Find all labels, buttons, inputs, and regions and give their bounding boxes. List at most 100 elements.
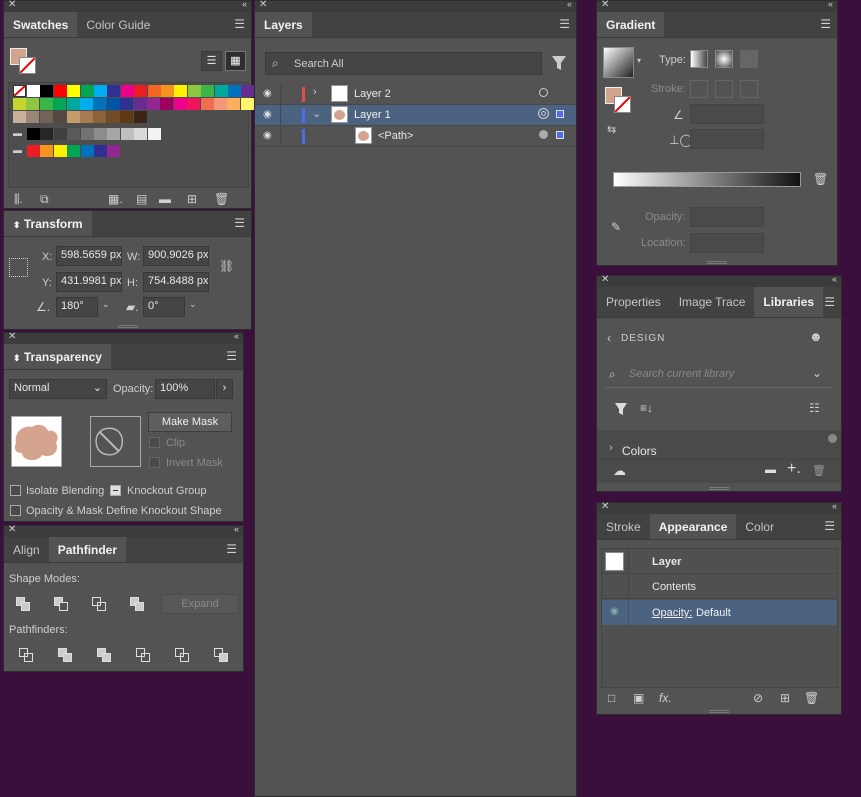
stroke-swatch[interactable] [19,57,36,74]
tab-layers[interactable]: Layers [255,12,312,37]
color-swatch[interactable] [173,98,187,110]
opacity-mask-checkbox[interactable] [10,505,21,516]
invert-mask-checkbox[interactable] [149,457,160,468]
new-color-group-icon[interactable]: ▬ [159,193,171,205]
y-field[interactable]: 431.9981 px [56,272,122,292]
share-user-icon[interactable]: ☻ [809,330,823,343]
intersect-icon[interactable] [92,597,106,611]
color-swatch[interactable] [120,98,134,110]
color-swatch[interactable] [107,85,121,97]
color-swatch[interactable] [147,128,161,140]
close-icon[interactable]: ✕ [8,524,16,535]
appearance-contents-row[interactable]: Contents [602,575,837,599]
opacity-link[interactable]: Opacity: [652,607,692,619]
color-swatch[interactable] [228,85,241,97]
swap-icon[interactable]: ⇆ [607,125,616,136]
color-swatch[interactable] [27,128,40,140]
color-swatch[interactable] [107,145,121,157]
color-swatch[interactable] [27,145,40,157]
close-icon[interactable]: ✕ [601,274,609,285]
eyedropper-icon[interactable]: ✎ [611,221,621,233]
color-swatch[interactable] [66,111,80,123]
color-swatch[interactable] [27,85,40,97]
grid-view-icon[interactable]: ▦ [225,51,246,71]
delete-item-icon[interactable]: 🗑 [804,692,819,704]
color-swatch[interactable] [240,98,254,110]
color-swatch[interactable] [94,85,107,97]
gradient-stroke-swatch[interactable] [614,96,631,113]
selection-indicator[interactable] [556,131,564,139]
delete-stop-icon[interactable]: 🗑 [813,173,828,185]
panel-menu-icon[interactable]: ☰ [226,350,237,362]
add-new-fill-icon[interactable]: ▣ [633,692,644,704]
panel-menu-icon[interactable]: ☰ [824,520,835,532]
isolate-blending-checkbox[interactable] [10,485,21,496]
color-swatch[interactable] [40,145,54,157]
color-swatch[interactable] [200,98,214,110]
opacity-arrow-button[interactable]: › [216,379,233,399]
color-swatch[interactable] [201,85,215,97]
trash-icon[interactable]: 🗑 [812,464,826,477]
stroke-along-button[interactable] [715,80,733,98]
library-name[interactable]: DESIGN [621,333,665,344]
constrain-proportions-icon[interactable]: ⛓ [219,260,234,272]
knockout-group-checkbox[interactable] [110,485,121,496]
layer-row[interactable]: ◉ › Layer 2 [255,84,576,105]
color-swatch[interactable] [53,85,67,97]
color-swatch[interactable] [26,98,40,110]
x-field[interactable]: 598.5659 px [56,246,122,266]
stop-opacity-field[interactable] [690,207,764,227]
resize-grip[interactable] [117,325,138,328]
color-swatch[interactable] [67,145,81,157]
color-swatch[interactable] [241,85,255,97]
close-icon[interactable]: ✕ [8,0,16,10]
color-swatch[interactable] [53,128,67,140]
color-swatch[interactable] [67,128,81,140]
target-filled-icon[interactable] [539,130,548,139]
freeform-gradient-button[interactable] [740,50,758,68]
panel-menu-icon[interactable]: ☰ [226,543,237,555]
appearance-layer-row[interactable]: Layer [602,549,837,574]
target-selected-icon[interactable] [538,108,549,119]
layer-row-selected[interactable]: ◉ ⌄ Layer 1 [255,105,576,126]
opacity-field[interactable]: 100% [155,379,215,399]
eye-icon[interactable]: ◉ [263,130,272,141]
color-swatch[interactable] [80,111,93,123]
linear-gradient-button[interactable] [690,50,708,68]
tab-align[interactable]: Align [4,537,49,562]
color-swatch[interactable] [214,85,228,97]
color-swatch[interactable] [147,98,160,110]
color-swatch[interactable] [80,145,94,157]
reference-point-icon[interactable] [9,258,28,277]
aspect-ratio-field[interactable] [690,129,764,149]
close-icon[interactable]: ✕ [259,0,267,10]
color-swatch[interactable] [106,98,120,110]
tab-gradient[interactable]: Gradient [597,12,665,37]
minus-back-icon[interactable] [214,648,228,662]
collapse-icon[interactable]: ‹‹ [567,0,572,9]
sort-icon[interactable]: ≡↓ [640,402,653,414]
chevron-right-icon[interactable]: › [609,442,613,454]
close-icon[interactable]: ✕ [601,501,609,512]
panel-menu-icon[interactable]: ☰ [820,18,831,30]
panel-menu-icon[interactable]: ☰ [234,217,245,229]
collapse-icon[interactable]: ‹‹ [832,501,837,511]
tab-stroke[interactable]: Stroke [597,514,650,539]
layer-name[interactable]: Layer 1 [354,109,391,121]
color-swatch[interactable] [66,98,80,110]
place-swatches-icon[interactable]: ⧉ [40,193,49,205]
color-swatch[interactable] [39,98,53,110]
color-swatch[interactable] [80,128,94,140]
stroke-across-button[interactable] [740,80,758,98]
tab-color-guide[interactable]: Color Guide [77,12,159,37]
selection-indicator[interactable] [556,110,564,118]
w-field[interactable]: 900.9026 px [143,246,209,266]
exclude-icon[interactable] [130,597,144,611]
color-swatch[interactable] [106,111,120,123]
color-swatch[interactable] [120,85,134,97]
stop-location-field[interactable] [690,233,764,253]
resize-grip[interactable] [709,710,729,713]
chevron-down-icon[interactable]: ⌄ [812,367,822,379]
tab-transparency[interactable]: ⬍ Transparency [4,344,111,369]
close-icon[interactable]: ✕ [8,331,16,342]
